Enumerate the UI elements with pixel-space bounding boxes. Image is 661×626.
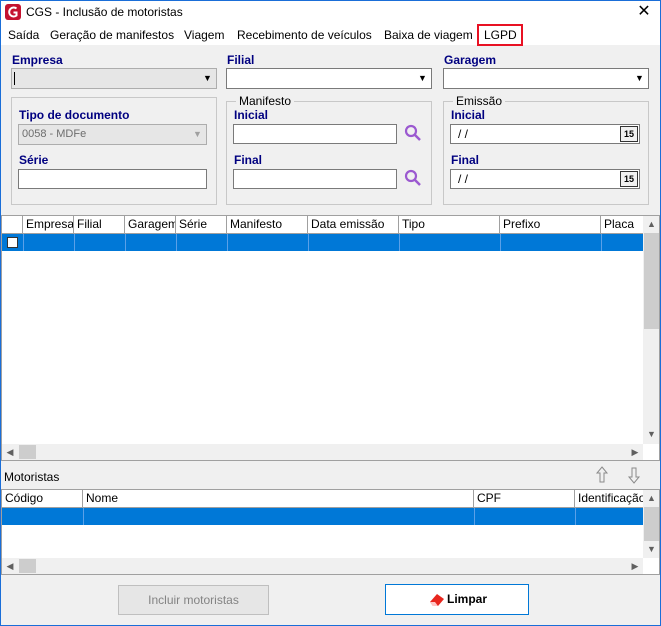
col-identificacao[interactable]: Identificação	[575, 490, 643, 507]
scroll-thumb[interactable]	[19, 445, 36, 459]
emissao-final-value: / /	[458, 172, 469, 186]
garagem-combo[interactable]: ▼	[443, 68, 649, 89]
eraser-icon	[430, 594, 444, 606]
menu-lgpd[interactable]: LGPD	[477, 24, 523, 46]
manifest-grid[interactable]: Empresa Filial Garagem Série Manifesto D…	[1, 215, 660, 461]
cell-divider	[474, 508, 475, 525]
cell-divider	[227, 234, 228, 251]
horizontal-scrollbar[interactable]: ◀ ▶	[2, 558, 643, 574]
cell-divider	[23, 234, 24, 251]
garagem-label: Garagem	[444, 53, 497, 67]
empresa-label: Empresa	[12, 53, 63, 67]
limpar-label: Limpar	[446, 592, 487, 606]
chevron-down-icon[interactable]: ▼	[190, 126, 205, 143]
menu-saida[interactable]: Saída	[8, 25, 39, 45]
col-prefixo[interactable]: Prefixo	[500, 216, 601, 233]
scroll-right-icon[interactable]: ▶	[627, 558, 643, 574]
serie-label: Série	[19, 153, 49, 167]
motoristas-label: Motoristas	[4, 470, 60, 484]
calendar-icon[interactable]: 15	[620, 126, 638, 142]
filial-combo[interactable]: ▼	[226, 68, 432, 89]
table-row[interactable]	[2, 234, 643, 251]
incluir-motoristas-button[interactable]: Incluir motoristas	[118, 585, 269, 615]
menu-baixa-viagem[interactable]: Baixa de viagem	[384, 25, 473, 45]
scroll-right-icon[interactable]: ▶	[627, 444, 643, 460]
emissao-final-label: Final	[451, 153, 480, 167]
cell-divider	[601, 234, 602, 251]
emissao-inicial-value: / /	[458, 127, 469, 141]
manifest-grid-header: Empresa Filial Garagem Série Manifesto D…	[2, 216, 643, 234]
arrow-down-icon[interactable]	[627, 466, 641, 484]
col-data-emissao[interactable]: Data emissão	[308, 216, 399, 233]
col-cpf[interactable]: CPF	[474, 490, 575, 507]
menu-geracao-manifestos[interactable]: Geração de manifestos	[50, 25, 174, 45]
filial-label: Filial	[227, 53, 255, 67]
app-logo-icon	[5, 4, 21, 20]
cell-divider	[500, 234, 501, 251]
scroll-down-icon[interactable]: ▼	[643, 541, 659, 557]
serie-input[interactable]	[18, 169, 207, 189]
close-icon[interactable]: ✕	[630, 2, 658, 22]
cell-divider	[399, 234, 400, 251]
col-nome[interactable]: Nome	[83, 490, 474, 507]
chevron-down-icon[interactable]: ▼	[632, 70, 647, 87]
window-title: CGS - Inclusão de motoristas	[26, 5, 183, 19]
cell-divider	[176, 234, 177, 251]
manifesto-group-caption: Manifesto	[236, 94, 295, 108]
vertical-scrollbar[interactable]: ▲ ▼	[643, 490, 659, 558]
col-tipo[interactable]: Tipo	[399, 216, 500, 233]
col-empresa[interactable]: Empresa	[23, 216, 74, 233]
search-icon[interactable]	[403, 168, 423, 188]
tipo-documento-value: 0058 - MDFe	[22, 128, 87, 140]
row-checkbox[interactable]	[7, 237, 18, 248]
tipo-documento-combo[interactable]: 0058 - MDFe ▼	[18, 124, 207, 145]
col-garagem[interactable]: Garagem	[125, 216, 176, 233]
cell-divider	[575, 508, 576, 525]
limpar-button[interactable]: Limpar	[385, 584, 529, 615]
cell-divider	[308, 234, 309, 251]
manifesto-inicial-label: Inicial	[234, 108, 269, 122]
scroll-thumb[interactable]	[644, 507, 659, 541]
horizontal-scrollbar[interactable]: ◀ ▶	[2, 444, 643, 460]
table-row[interactable]	[2, 508, 643, 525]
tipo-documento-label: Tipo de documento	[19, 108, 130, 122]
cell-divider	[74, 234, 75, 251]
emissao-final-input[interactable]: / / 15	[450, 169, 640, 189]
scroll-down-icon[interactable]: ▼	[643, 426, 659, 442]
scroll-left-icon[interactable]: ◀	[2, 558, 18, 574]
arrow-up-icon[interactable]	[595, 466, 609, 484]
row-indicator-header	[2, 216, 23, 233]
manifesto-final-label: Final	[234, 153, 263, 167]
cell-divider	[125, 234, 126, 251]
empresa-combo[interactable]: ▼	[11, 68, 217, 89]
cell-divider	[83, 508, 84, 525]
col-serie[interactable]: Série	[176, 216, 227, 233]
scroll-up-icon[interactable]: ▲	[643, 490, 659, 506]
menu-viagem[interactable]: Viagem	[184, 25, 224, 45]
scroll-left-icon[interactable]: ◀	[2, 444, 18, 460]
scroll-thumb[interactable]	[644, 233, 659, 329]
col-filial[interactable]: Filial	[74, 216, 125, 233]
col-codigo[interactable]: Código	[2, 490, 83, 507]
menu-recebimento-veiculos[interactable]: Recebimento de veículos	[237, 25, 372, 45]
scroll-up-icon[interactable]: ▲	[643, 216, 659, 232]
manifesto-inicial-input[interactable]	[233, 124, 397, 144]
calendar-icon[interactable]: 15	[620, 171, 638, 187]
chevron-down-icon[interactable]: ▼	[200, 70, 215, 87]
text-caret	[14, 72, 15, 85]
emissao-group-caption: Emissão	[453, 94, 506, 108]
vertical-scrollbar[interactable]: ▲ ▼	[643, 216, 659, 444]
col-placa[interactable]: Placa	[601, 216, 643, 233]
chevron-down-icon[interactable]: ▼	[415, 70, 430, 87]
drivers-grid[interactable]: Código Nome CPF Identificação ▲ ▼ ◀ ▶	[1, 489, 660, 575]
scroll-thumb[interactable]	[19, 559, 36, 573]
manifesto-final-input[interactable]	[233, 169, 397, 189]
emissao-inicial-label: Inicial	[451, 108, 486, 122]
drivers-grid-header: Código Nome CPF Identificação	[2, 490, 643, 508]
search-icon[interactable]	[403, 123, 423, 143]
col-manifesto[interactable]: Manifesto	[227, 216, 308, 233]
emissao-inicial-input[interactable]: / / 15	[450, 124, 640, 144]
